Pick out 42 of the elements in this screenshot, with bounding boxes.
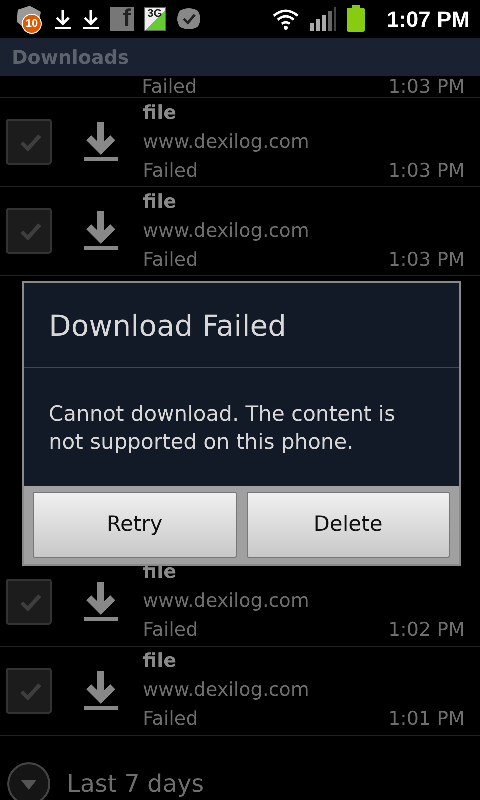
file-source-url: www.dexilog.com — [143, 678, 310, 703]
file-name: file — [143, 100, 178, 126]
download-time: 1:02 PM — [388, 618, 465, 643]
group-header-label: Last 7 days — [67, 768, 204, 800]
download-time: 1:03 PM — [388, 158, 465, 184]
expand-icon[interactable] — [7, 762, 51, 800]
download-status: Failed — [143, 248, 198, 272]
download-time: 1:03 PM — [388, 248, 465, 272]
checkbox[interactable] — [6, 208, 52, 254]
retry-button[interactable]: Retry — [33, 492, 236, 558]
download-icon — [84, 670, 118, 710]
download-status: Failed — [143, 707, 198, 732]
download-icon — [82, 8, 100, 30]
network-type-icon: 3G — [144, 7, 166, 31]
download-status: Failed — [142, 77, 198, 97]
download-icon — [84, 211, 118, 251]
file-source-url: www.dexilog.com — [143, 589, 310, 614]
dialog-message: Cannot download. The content is not supported on this phone. — [48, 400, 396, 456]
download-status: Failed — [143, 618, 198, 643]
signal-icon — [310, 7, 336, 31]
status-time: 1:07 PM — [386, 6, 470, 34]
download-time: 1:03 PM — [388, 77, 465, 97]
file-source-url: www.dexilog.com — [143, 218, 310, 244]
checkbox[interactable] — [6, 119, 52, 165]
delete-button[interactable]: Delete — [246, 492, 450, 558]
battery-icon — [346, 5, 366, 33]
download-icon — [54, 8, 72, 30]
notification-count-badge: 10 — [22, 14, 42, 34]
screen-title: Downloads — [0, 38, 480, 76]
file-source-url: www.dexilog.com — [143, 130, 310, 154]
facebook-icon: f — [110, 7, 134, 31]
download-icon — [84, 122, 118, 162]
download-icon — [84, 582, 118, 622]
download-time: 1:01 PM — [388, 707, 465, 732]
file-name: file — [143, 649, 178, 674]
wifi-icon — [272, 7, 300, 31]
dialog-title: Download Failed — [24, 283, 459, 368]
chat-icon — [176, 7, 202, 31]
file-name: file — [143, 190, 178, 214]
checkbox[interactable] — [6, 578, 52, 624]
checkbox[interactable] — [6, 668, 52, 714]
download-status: Failed — [143, 158, 198, 184]
